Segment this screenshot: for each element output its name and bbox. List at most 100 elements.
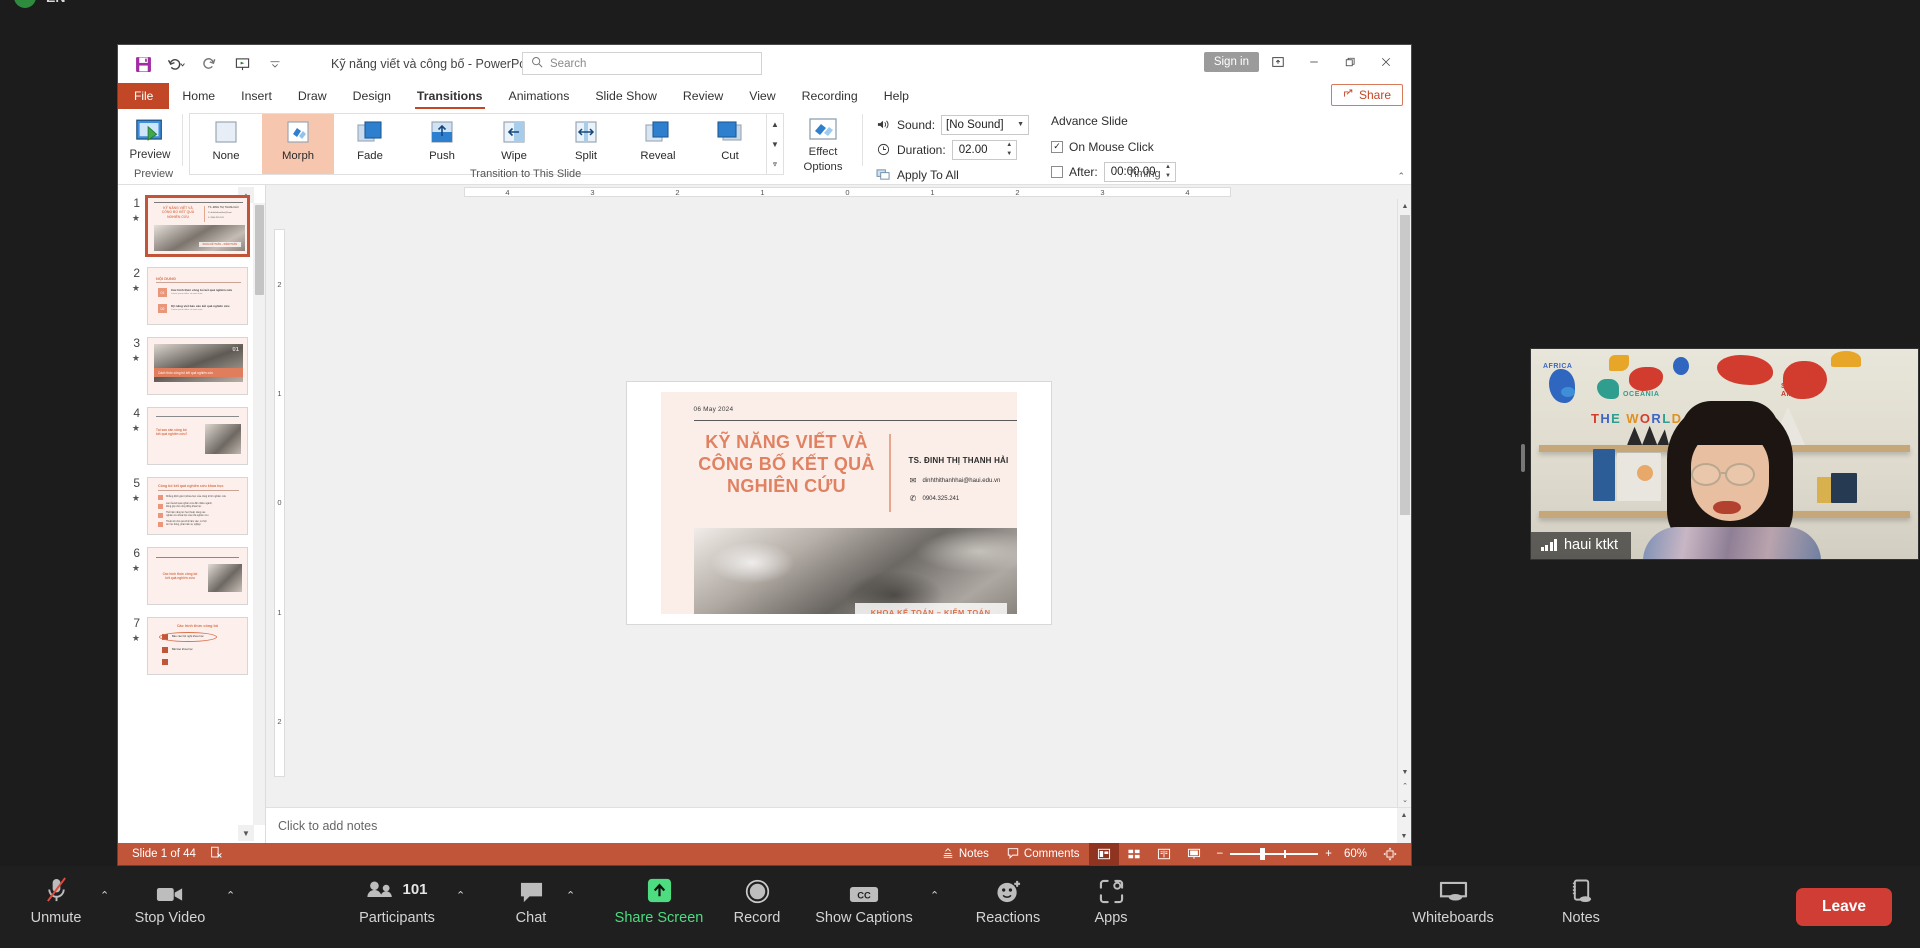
restore-button[interactable] bbox=[1333, 49, 1367, 75]
stop-video-button[interactable]: Stop Video bbox=[125, 874, 215, 926]
zoom-slider[interactable]: − + 60% bbox=[1209, 848, 1375, 860]
captions-chevron-icon[interactable]: ⌃ bbox=[930, 889, 939, 902]
participants-button[interactable]: 101 Participants bbox=[351, 874, 443, 927]
notes-button[interactable]: Notes bbox=[1546, 874, 1616, 926]
ribbon-display-options-icon[interactable] bbox=[1261, 49, 1295, 75]
tab-draw[interactable]: Draw bbox=[285, 83, 340, 109]
effect-options-button[interactable]: Effect Options bbox=[792, 113, 854, 174]
transition-wipe[interactable]: Wipe bbox=[478, 114, 550, 174]
thumbnail-slide-5[interactable]: Công bố kết quả nghiên cứu khoa học Khẳn… bbox=[147, 477, 248, 535]
reactions-button[interactable]: Reactions bbox=[960, 874, 1056, 926]
share-button[interactable]: Share bbox=[1330, 84, 1403, 106]
transition-reveal[interactable]: Reveal bbox=[622, 114, 694, 174]
on-mouse-click-row[interactable]: ✓ On Mouse Click bbox=[1051, 136, 1175, 157]
previous-slide-icon[interactable]: ⌃ bbox=[1398, 779, 1411, 793]
unmute-button[interactable]: Unmute bbox=[22, 874, 90, 926]
tab-design[interactable]: Design bbox=[340, 83, 404, 109]
on-mouse-click-checkbox[interactable]: ✓ bbox=[1051, 140, 1064, 153]
transition-split[interactable]: Split bbox=[550, 114, 622, 174]
tab-view[interactable]: View bbox=[736, 83, 788, 109]
normal-view-button[interactable] bbox=[1088, 843, 1119, 865]
notes-scroll-down-icon[interactable]: ▼ bbox=[1397, 829, 1411, 843]
duration-spin-buttons[interactable]: ▲ ▼ bbox=[1003, 141, 1016, 159]
sound-dropdown[interactable]: [No Sound] ▼ bbox=[941, 114, 1030, 135]
thumbnail-slide-4[interactable]: Tại sao cần công bố kết quả nghiên cứu? bbox=[147, 407, 248, 465]
tab-insert[interactable]: Insert bbox=[228, 83, 285, 109]
slide-scrollbar-thumb[interactable] bbox=[1400, 215, 1410, 515]
current-slide[interactable]: 06 May 2024 KỸ NĂNG VIẾT VÀ CÔNG BỐ KẾT … bbox=[626, 382, 1051, 624]
video-panel-drag-handle[interactable] bbox=[1521, 444, 1525, 472]
transition-fade[interactable]: Fade bbox=[334, 114, 406, 174]
slide-scroll-down-icon[interactable]: ▼ bbox=[1398, 765, 1411, 779]
accessibility-checker-icon[interactable] bbox=[210, 846, 223, 862]
minimize-button[interactable] bbox=[1297, 49, 1331, 75]
tab-file[interactable]: File bbox=[118, 83, 170, 109]
search-input[interactable]: Search bbox=[522, 52, 762, 75]
reading-view-button[interactable] bbox=[1149, 843, 1179, 865]
thumbnail-slide-3[interactable]: 01 Cách thức công bố kết quả nghiên cứu bbox=[147, 337, 248, 395]
participants-chevron-icon[interactable]: ⌃ bbox=[456, 889, 465, 902]
thumbnails-scrollbar-thumb[interactable] bbox=[255, 205, 264, 295]
notes-scrollbar[interactable]: ▲ ▼ bbox=[1397, 808, 1411, 843]
record-button[interactable]: Record bbox=[722, 874, 792, 926]
close-button[interactable] bbox=[1369, 49, 1403, 75]
duration-decrease-icon[interactable]: ▼ bbox=[1003, 150, 1016, 159]
gallery-scroll-up-icon[interactable]: ▲ bbox=[767, 114, 783, 134]
list-item[interactable]: 4 ★ Tại sao cần công bố kết quả nghiên cứ… bbox=[118, 407, 265, 465]
list-item[interactable]: 7 ★ Các hình thức công bố Báo cáo hội ng… bbox=[118, 617, 265, 675]
tab-review[interactable]: Review bbox=[670, 83, 736, 109]
zoom-out-button[interactable]: − bbox=[1217, 848, 1224, 860]
tab-home[interactable]: Home bbox=[169, 83, 228, 109]
tab-transitions[interactable]: Transitions bbox=[404, 83, 496, 109]
tab-animations[interactable]: Animations bbox=[496, 83, 583, 109]
slide-thumbnail-pane[interactable]: ▲ ▼ 1 ★ KỸ NĂNG VIẾT VÀ CÔNG BỐ KẾT QUẢ NG… bbox=[118, 185, 266, 843]
notes-toggle-button[interactable]: Notes bbox=[933, 843, 998, 865]
slide-sorter-view-button[interactable] bbox=[1119, 843, 1149, 865]
tab-help[interactable]: Help bbox=[871, 83, 922, 109]
chat-chevron-icon[interactable]: ⌃ bbox=[566, 889, 575, 902]
slide-show-view-button[interactable] bbox=[1179, 843, 1209, 865]
thumbnail-slide-7[interactable]: Các hình thức công bố Báo cáo hội nghị k… bbox=[147, 617, 248, 675]
duration-stepper[interactable]: 02.00 ▲ ▼ bbox=[951, 139, 1017, 160]
gallery-scroll-down-icon[interactable]: ▼ bbox=[767, 134, 783, 154]
participant-video-tile[interactable]: AFRICA OCEANIA SOUTHAMERICA THE WORLD bbox=[1531, 349, 1918, 559]
list-item[interactable]: 6 ★ Các hình thức công bố kết quả nghiên … bbox=[118, 547, 265, 605]
thumbnail-slide-2[interactable]: NỘI DUNG 01 Các hình thức công bố kết qu… bbox=[147, 267, 248, 325]
thumbnail-slide-1[interactable]: KỸ NĂNG VIẾT VÀ CÔNG BỐ KẾT QUẢ NGHIÊN CỨU… bbox=[145, 195, 250, 257]
list-item[interactable]: 5 ★ Công bố kết quả nghiên cứu khoa học … bbox=[118, 477, 265, 535]
thumbnail-slide-6[interactable]: Các hình thức công bố kết quả nghiên cứu bbox=[147, 547, 248, 605]
notes-scroll-up-icon[interactable]: ▲ bbox=[1397, 808, 1411, 822]
transition-cut[interactable]: Cut bbox=[694, 114, 766, 174]
slide-scroll-up-icon[interactable]: ▲ bbox=[1398, 199, 1411, 213]
list-item[interactable]: 1 ★ KỸ NĂNG VIẾT VÀ CÔNG BỐ KẾT QUẢ NGHIÊN… bbox=[118, 195, 265, 257]
comments-button[interactable]: Comments bbox=[998, 843, 1089, 865]
leave-button[interactable]: Leave bbox=[1796, 888, 1892, 926]
transition-morph[interactable]: Morph bbox=[262, 114, 334, 174]
transition-none[interactable]: None bbox=[190, 114, 262, 174]
zoom-level-label[interactable]: 60% bbox=[1344, 848, 1367, 860]
tab-recording[interactable]: Recording bbox=[789, 83, 871, 109]
slide-vertical-scrollbar[interactable]: ▲ ▼ ⌃ ⌄ bbox=[1397, 199, 1411, 807]
tab-slide-show[interactable]: Slide Show bbox=[582, 83, 670, 109]
thumbnails-scrollbar-track[interactable] bbox=[253, 203, 265, 825]
list-item[interactable]: 2 ★ NỘI DUNG 01 Các hình thức công bố kế… bbox=[118, 267, 265, 325]
fit-slide-to-window-icon[interactable] bbox=[1375, 843, 1405, 865]
audio-options-chevron-icon[interactable]: ⌃ bbox=[100, 889, 109, 902]
thumbnails-scroll-down-icon[interactable]: ▼ bbox=[238, 825, 254, 841]
chat-button[interactable]: Chat bbox=[500, 874, 562, 926]
whiteboards-button[interactable]: Whiteboards bbox=[1394, 874, 1512, 926]
apps-button[interactable]: Apps bbox=[1080, 874, 1142, 926]
list-item[interactable]: 3 ★ 01 Cách thức công bố kết quả nghiên … bbox=[118, 337, 265, 395]
zoom-slider-knob[interactable] bbox=[1260, 848, 1266, 860]
transition-push[interactable]: Push bbox=[406, 114, 478, 174]
next-slide-icon[interactable]: ⌄ bbox=[1398, 793, 1411, 807]
zoom-in-button[interactable]: + bbox=[1325, 848, 1332, 860]
show-captions-button[interactable]: CC Show Captions bbox=[808, 874, 920, 926]
sign-in-button[interactable]: Sign in bbox=[1203, 52, 1259, 72]
preview-button[interactable]: Preview bbox=[118, 113, 182, 161]
collapse-ribbon-icon[interactable]: ⌃ bbox=[1397, 171, 1405, 182]
video-options-chevron-icon[interactable]: ⌃ bbox=[226, 889, 235, 902]
notes-pane[interactable]: Click to add notes ▲ ▼ bbox=[266, 807, 1411, 843]
zoom-slider-track[interactable] bbox=[1230, 848, 1319, 860]
share-screen-button[interactable]: Share Screen bbox=[604, 874, 714, 926]
